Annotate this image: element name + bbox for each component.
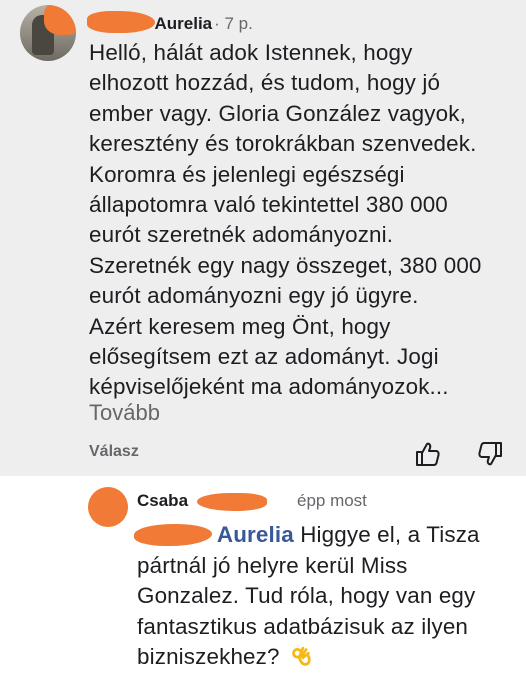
reply-line: fantasztikus adatbázisuk az ilyen — [137, 613, 469, 639]
mention-link[interactable]: Kocsis Aurelia — [134, 522, 300, 547]
comment-line: eurót szeretnék adományozni. — [89, 222, 394, 248]
thumbs-down-icon[interactable] — [477, 440, 505, 468]
reply-author[interactable]: Csaba DDDDDDDD — [137, 491, 291, 511]
comment-header: KKKKK Aurelia · 7 p. — [87, 11, 253, 36]
comment-line: keresztény és torokrákban szenvedek. — [89, 131, 477, 157]
reply-button[interactable]: Válasz — [89, 443, 139, 461]
ok-hand-emoji-icon — [292, 646, 311, 666]
reply-line: bizniszekhez? — [137, 642, 517, 673]
comment-author[interactable]: KKKKK Aurelia — [87, 11, 212, 34]
thumbs-up-icon[interactable] — [413, 440, 441, 468]
comment-line: képviselőjeként ma adományozok... — [89, 374, 449, 400]
redaction-mark — [87, 11, 155, 33]
redaction-mark — [197, 493, 267, 511]
comment-line: Szeretnék egy nagy összeget, 380 000 — [89, 252, 482, 278]
comment-body: Helló, hálát adok Istennek, hogy elhozott… — [89, 38, 519, 403]
reply-time[interactable]: épp most — [297, 491, 367, 511]
reply-line: Gonzalez. Tud róla, hogy van egy — [137, 583, 476, 608]
comment-line: eurót adományozni egy jó ügyre. — [89, 283, 419, 309]
reply-header: Csaba DDDDDDDD épp most — [137, 491, 367, 511]
comment-line: ember vagy. Gloria González vagyok, — [89, 100, 466, 126]
reply-body: Kocsis Aurelia Higgye el, a Tisza pártná… — [134, 520, 517, 673]
comment-line: elősegítsem ezt az adományt. Jogi — [89, 344, 439, 370]
comment-line: Koromra és jelenlegi egészségi — [89, 161, 405, 187]
avatar[interactable] — [20, 5, 76, 61]
comment-line: Helló, hálát adok Istennek, hogy — [89, 40, 413, 65]
comment-line: állapotomra való tekintettel 380 000 — [89, 192, 448, 218]
comment-container: KKKKK Aurelia · 7 p. Helló, hálát adok I… — [0, 0, 526, 476]
redaction-mark — [134, 524, 212, 546]
comment-line: Azért keresem meg Önt, hogy — [89, 313, 391, 339]
reply-line: pártnál jó helyre kerül Miss — [137, 552, 408, 578]
redaction-mark — [44, 5, 76, 35]
see-more-link[interactable]: Tovább — [89, 400, 160, 426]
reply-line: Kocsis Aurelia Higgye el, a Tisza — [134, 520, 517, 551]
avatar[interactable] — [88, 487, 128, 527]
comment-time[interactable]: · 7 p. — [214, 14, 253, 34]
comment-line: elhozott hozzád, és tudom, hogy jó — [89, 70, 441, 96]
